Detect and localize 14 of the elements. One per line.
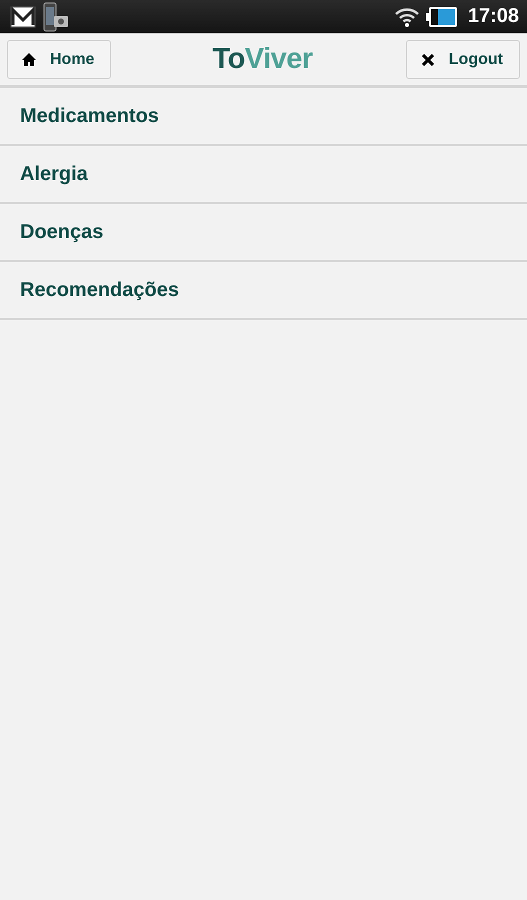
logout-button[interactable]: Logout bbox=[406, 40, 520, 79]
mail-icon bbox=[10, 6, 36, 28]
wifi-icon bbox=[394, 6, 420, 28]
menu-item[interactable]: Medicamentos bbox=[0, 88, 527, 146]
menu-item[interactable]: Recomendações bbox=[0, 262, 527, 320]
menu-item[interactable]: Alergia bbox=[0, 146, 527, 204]
home-button[interactable]: Home bbox=[7, 40, 112, 79]
phone-camera-icon bbox=[42, 2, 70, 32]
close-icon bbox=[420, 52, 435, 66]
app-logo: ToViver bbox=[212, 43, 313, 76]
menu-item[interactable]: Doenças bbox=[0, 204, 527, 262]
battery-icon bbox=[426, 6, 458, 28]
home-icon bbox=[22, 53, 36, 66]
clock-time: 17:08 bbox=[468, 5, 519, 28]
